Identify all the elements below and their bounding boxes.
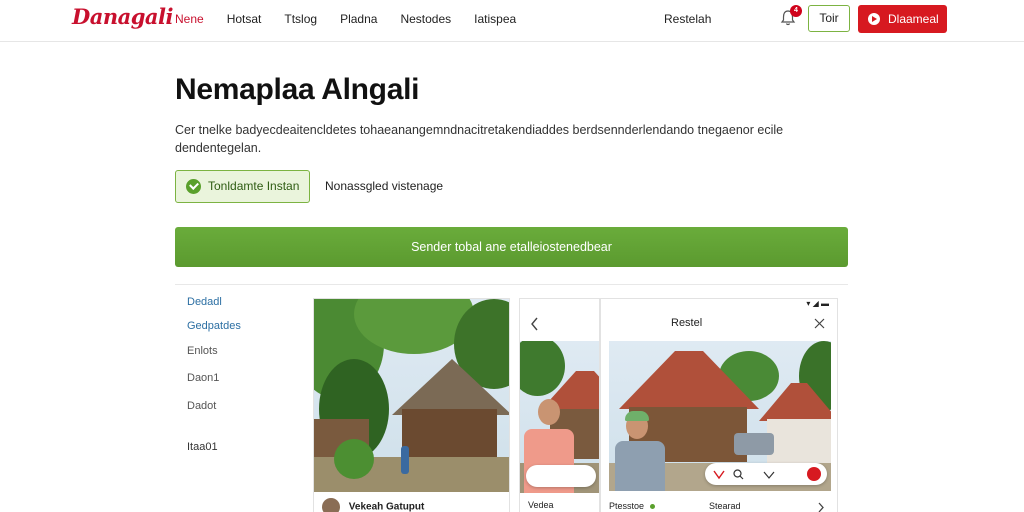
- divider: [175, 284, 848, 285]
- nav-link-restelah[interactable]: Restelah: [664, 12, 711, 26]
- badge-side-text: Nonassgled vistenage: [325, 179, 444, 193]
- main-nav: Nene Hotsat Ttslog Pladna Nestodes Iatis…: [175, 12, 539, 26]
- status-bar: ▾ ◢ ▬: [806, 299, 829, 308]
- top-navigation: Danagali Nene Hotsat Ttslog Pladna Nesto…: [0, 0, 1024, 42]
- nav-item-places[interactable]: Pladna: [340, 12, 377, 26]
- status-dot: [649, 504, 655, 509]
- sidebar-item-3[interactable]: Enlots: [187, 345, 218, 357]
- card3-bottom-right: Stearad: [709, 501, 741, 511]
- search-icon[interactable]: [733, 469, 744, 480]
- sidebar-item-6[interactable]: Itaa01: [187, 441, 218, 453]
- nav-item-iatispea[interactable]: Iatispea: [474, 12, 516, 26]
- page-title: Nemaplaa Alngali: [175, 73, 420, 106]
- like-icon[interactable]: [807, 467, 821, 481]
- listing-photo-1: [314, 299, 509, 492]
- chevron-right-icon[interactable]: [817, 502, 825, 512]
- sidebar-item-2[interactable]: Gedpatdes: [187, 320, 241, 332]
- card3-title: Restel: [671, 317, 703, 329]
- back-chevron-icon[interactable]: [530, 317, 540, 331]
- cta-button[interactable]: Sender tobal ane etalleiostenedbear: [175, 227, 848, 267]
- sidebar-item-4[interactable]: Daon1: [187, 372, 219, 384]
- listing-card-2[interactable]: Vedea: [519, 298, 600, 512]
- card1-author: Vekeah Gatuput: [322, 498, 424, 512]
- author-name: Vekeah Gatuput: [348, 501, 425, 512]
- close-icon[interactable]: [814, 318, 825, 329]
- card3-bottom-left: Ptesstoe: [609, 501, 655, 511]
- avatar: [322, 498, 340, 512]
- logo[interactable]: Danagali: [72, 4, 173, 29]
- nav-item-home[interactable]: Nene: [175, 12, 204, 26]
- card3-bottom-left-label: Ptesstoe: [609, 501, 645, 511]
- primary-button-label: Dlaameal: [888, 12, 939, 26]
- nav-item-nestodes[interactable]: Nestodes: [400, 12, 451, 26]
- page-description: Cer tnelke badyecdeaitencldetes tohaeana…: [175, 123, 784, 155]
- notification-badge: 4: [790, 5, 802, 17]
- nav-item-blog[interactable]: Ttslog: [284, 12, 317, 26]
- sidebar-item-1[interactable]: Dedadl: [187, 296, 222, 308]
- badge-label: Tonldamte Instan: [208, 179, 300, 193]
- verified-badge-button[interactable]: Tonldamte Instan: [175, 170, 310, 203]
- primary-button[interactable]: Dlaameal: [858, 5, 947, 33]
- card2-caption: Vedea: [528, 500, 554, 510]
- check-icon: [186, 179, 201, 194]
- outline-button[interactable]: Toir: [808, 5, 850, 32]
- listing-photo-2: [520, 341, 599, 493]
- listing-card-3[interactable]: ▾ ◢ ▬ Restel Ptesstoe Stearad: [600, 298, 838, 512]
- share-icon[interactable]: [763, 468, 775, 480]
- nav-item-hotels[interactable]: Hotsat: [227, 12, 262, 26]
- heart-icon[interactable]: [713, 468, 725, 480]
- sidebar-item-5[interactable]: Dadot: [187, 400, 216, 412]
- listing-card-1[interactable]: Vekeah Gatuput: [313, 298, 510, 512]
- play-icon: [868, 13, 880, 25]
